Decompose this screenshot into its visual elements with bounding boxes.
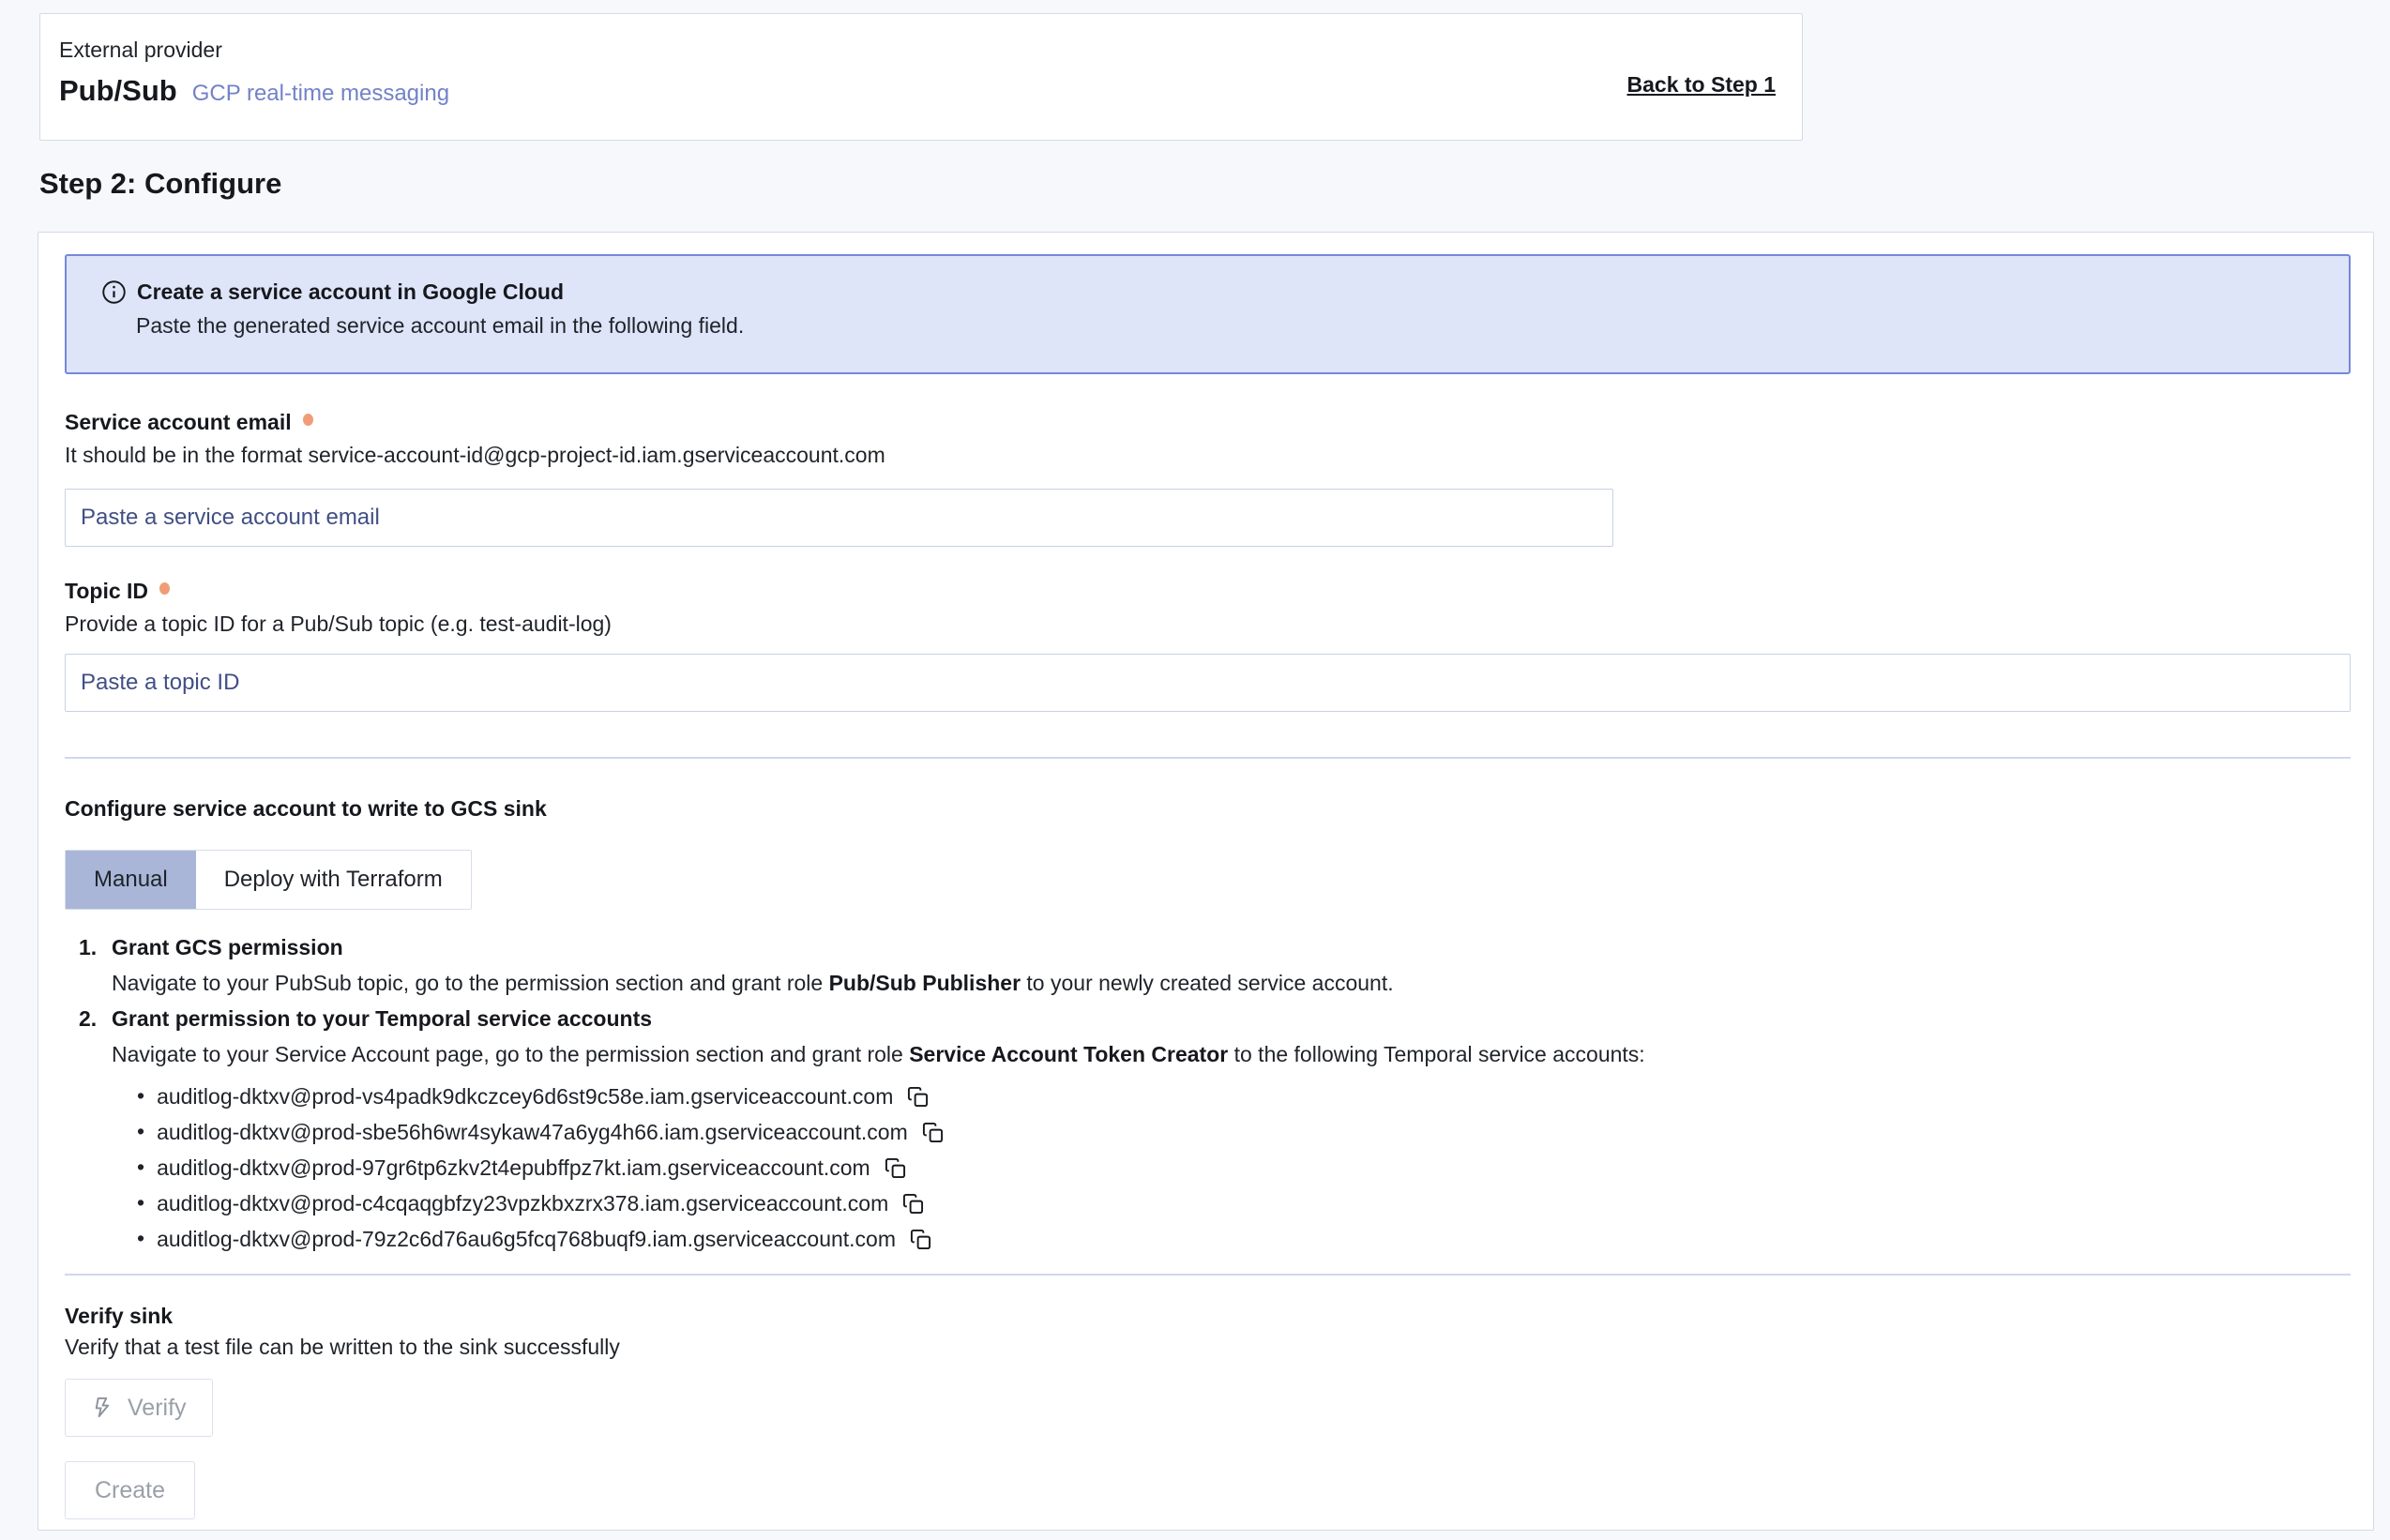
verify-button[interactable]: Verify [65, 1379, 213, 1437]
step-1-body: Navigate to your PubSub topic, go to the… [112, 970, 2351, 996]
configure-section-label: Configure service account to write to GC… [65, 796, 2351, 822]
step-2-title: Grant permission to your Temporal servic… [112, 1005, 2351, 1032]
instruction-steps: 1. Grant GCS permission Navigate to your… [79, 934, 2351, 1257]
step-2-body: Navigate to your Service Account page, g… [112, 1041, 2351, 1067]
service-account-email-description: It should be in the format service-accou… [65, 443, 2351, 468]
copy-icon[interactable] [885, 1156, 906, 1180]
service-account-email-label: Service account email [65, 410, 2351, 435]
service-account-email-input[interactable] [65, 489, 1613, 547]
step-1-title: Grant GCS permission [112, 934, 2351, 960]
info-banner: Create a service account in Google Cloud… [65, 254, 2351, 374]
tab-manual[interactable]: Manual [66, 851, 196, 909]
required-dot [303, 414, 313, 426]
step-2: 2. Grant permission to your Temporal ser… [79, 1005, 2351, 1257]
banner-description: Paste the generated service account emai… [136, 313, 2349, 339]
list-item: • auditlog-dktxv@prod-79z2c6d76au6g5fcq7… [137, 1221, 2351, 1257]
configure-tabs: Manual Deploy with Terraform [65, 850, 472, 910]
copy-icon[interactable] [910, 1228, 931, 1251]
service-account-email: auditlog-dktxv@prod-79z2c6d76au6g5fcq768… [157, 1227, 896, 1252]
verify-sink-label: Verify sink [65, 1304, 2351, 1329]
list-item: • auditlog-dktxv@prod-c4cqaqgbfzy23vpzkb… [137, 1185, 2351, 1221]
topic-id-label: Topic ID [65, 579, 2351, 604]
section-divider [65, 757, 2351, 759]
page-title: Step 2: Configure [39, 167, 281, 201]
provider-eyebrow: External provider [59, 38, 1768, 63]
provider-description: GCP real-time messaging [192, 81, 449, 107]
service-account-email: auditlog-dktxv@prod-97gr6tp6zkv2t4epubff… [157, 1155, 870, 1181]
copy-icon[interactable] [922, 1121, 944, 1144]
create-button[interactable]: Create [65, 1461, 195, 1519]
section-divider [65, 1274, 2351, 1276]
step-1: 1. Grant GCS permission Navigate to your… [79, 934, 2351, 996]
tab-deploy-terraform[interactable]: Deploy with Terraform [196, 851, 471, 909]
list-item: • auditlog-dktxv@prod-97gr6tp6zkv2t4epub… [137, 1150, 2351, 1185]
provider-name: Pub/Sub [59, 74, 177, 108]
service-account-email: auditlog-dktxv@prod-sbe56h6wr4sykaw47a6y… [157, 1120, 908, 1145]
info-icon [101, 279, 127, 305]
service-account-email: auditlog-dktxv@prod-c4cqaqgbfzy23vpzkbxz… [157, 1191, 888, 1216]
copy-icon[interactable] [907, 1085, 929, 1109]
required-dot [159, 582, 170, 595]
provider-card: External provider Pub/Sub GCP real-time … [39, 13, 1803, 141]
topic-id-input[interactable] [65, 654, 2351, 712]
list-item: • auditlog-dktxv@prod-vs4padk9dkczcey6d6… [137, 1079, 2351, 1114]
back-to-step1-link[interactable]: Back to Step 1 [1627, 72, 1777, 98]
zap-icon [91, 1397, 114, 1420]
service-account-email: auditlog-dktxv@prod-vs4padk9dkczcey6d6st… [157, 1084, 893, 1110]
list-item: • auditlog-dktxv@prod-sbe56h6wr4sykaw47a… [137, 1114, 2351, 1150]
configure-card: Create a service account in Google Cloud… [38, 232, 2374, 1531]
verify-sink-description: Verify that a test file can be written t… [65, 1335, 2351, 1360]
service-account-list: • auditlog-dktxv@prod-vs4padk9dkczcey6d6… [137, 1079, 2351, 1257]
banner-title: Create a service account in Google Cloud [137, 279, 564, 305]
copy-icon[interactable] [902, 1192, 924, 1215]
topic-id-description: Provide a topic ID for a Pub/Sub topic (… [65, 611, 2351, 637]
